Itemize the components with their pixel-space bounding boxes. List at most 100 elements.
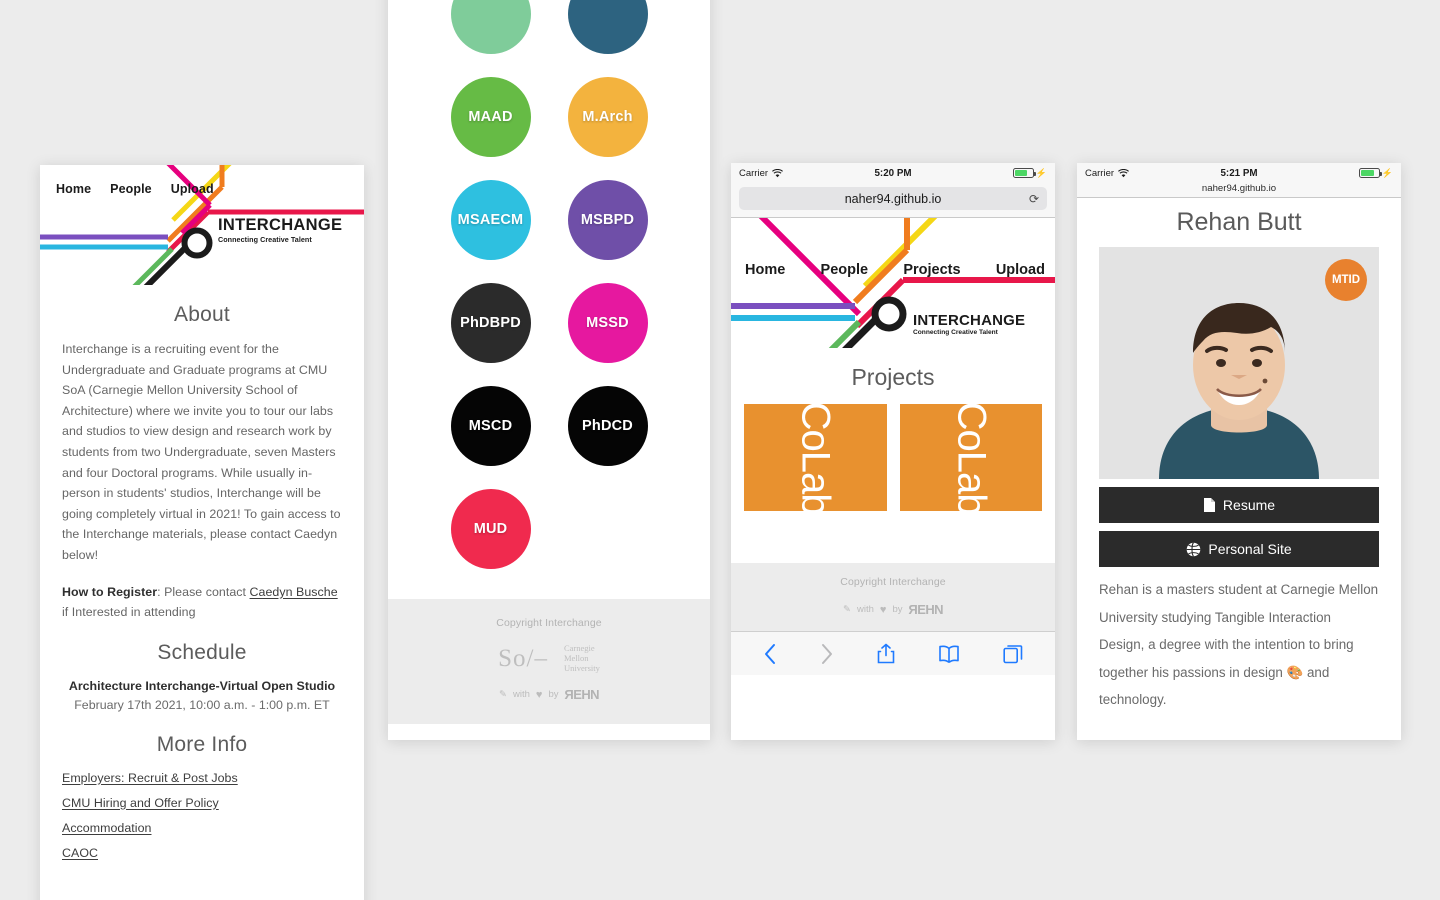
nav-item-people[interactable]: People	[821, 262, 869, 278]
made-by-credit: ✎ with ♥ by REHN	[731, 602, 1055, 617]
how-to-register-paragraph: How to Register: Please contact Caedyn B…	[62, 582, 342, 623]
link-accommodation[interactable]: Accommodation	[62, 821, 152, 835]
program-bubble-label: MSBPD	[580, 212, 635, 228]
heart-icon: ♥	[879, 603, 887, 616]
more-info-heading: More Info	[156, 732, 248, 756]
screenshot-stage: Home People Upload INTERCHANGE Connectin…	[0, 0, 1440, 900]
project-tile-colab-2[interactable]: CoLab	[899, 404, 1042, 511]
copyright-text: Copyright Interchange	[840, 576, 946, 588]
heart-icon: ♥	[535, 688, 543, 701]
url-text: naher94.github.io	[1201, 183, 1277, 194]
resume-button[interactable]: Resume	[1099, 487, 1379, 523]
personal-site-button[interactable]: Personal Site	[1099, 531, 1379, 567]
status-battery-group: ⚡	[1258, 168, 1393, 179]
pencil-icon: ✎	[499, 689, 508, 700]
program-bubble-mud[interactable]: MUD	[450, 489, 531, 569]
rehn-logo[interactable]: REHN	[565, 687, 600, 702]
schedule-heading: Schedule	[157, 640, 247, 664]
about-paragraph: Interchange is a recruiting event for th…	[62, 342, 341, 562]
register-pre-text: : Please contact	[157, 584, 250, 599]
schedule-event-title: Architecture Interchange-Virtual Open St…	[68, 678, 336, 693]
program-bubble-march[interactable]: M.Arch	[567, 77, 648, 157]
program-bubble-label: M.Arch	[582, 109, 633, 125]
ios-status-bar: Carrier 5:21 PM ⚡	[1077, 163, 1401, 183]
mobile-nav: Home People Projects Upload	[745, 262, 1045, 278]
more-info-link-list: Employers: Recruit & Post Jobs CMU Hirin…	[62, 769, 342, 862]
brand-tagline: Connecting Creative Talent	[913, 329, 998, 336]
program-bubble-phdbpd[interactable]: PhDBPD	[450, 283, 531, 363]
nav-item-people[interactable]: People	[110, 182, 152, 196]
rehn-logo[interactable]: REHN	[909, 602, 944, 617]
nav-item-home[interactable]: Home	[56, 182, 91, 196]
bookmarks-icon[interactable]	[938, 644, 960, 664]
program-bubble-label: PhDBPD	[460, 315, 521, 331]
project-tile-colab-1[interactable]: CoLab	[744, 404, 887, 511]
made-with-label: with	[513, 689, 530, 700]
program-bubble-label: PhDCD	[582, 418, 633, 434]
made-by-label: by	[548, 689, 559, 700]
how-to-register-label: How to Register	[62, 584, 158, 599]
brand-wordmark: INTERCHANGE Connecting Creative Talent	[218, 217, 342, 244]
list-item: CAOC	[62, 844, 342, 862]
link-cmu-hiring-policy[interactable]: CMU Hiring and Offer Policy	[62, 796, 219, 810]
cmu-line-2: Mellon	[563, 653, 589, 663]
list-item: Employers: Recruit & Post Jobs	[62, 769, 342, 787]
program-grid-spacer	[568, 489, 648, 569]
program-bubble-msbpd[interactable]: MSBPD	[567, 180, 648, 260]
battery-icon	[1012, 168, 1036, 178]
carrier-label: Carrier	[1085, 167, 1115, 179]
reload-icon[interactable]: ⟳	[1029, 192, 1039, 206]
status-carrier-group: Carrier	[739, 168, 874, 179]
program-bubble-label: MSAECM	[457, 212, 524, 228]
share-icon[interactable]	[877, 643, 895, 665]
projects-page-title: Projects	[851, 364, 935, 390]
about-content: About Interchange is a recruiting event …	[40, 303, 364, 900]
safari-url-bar-compact[interactable]: naher94.github.io	[1077, 183, 1401, 198]
nav-item-upload[interactable]: Upload	[171, 182, 214, 196]
register-post-text: if Interested in attending	[62, 605, 196, 620]
caedyn-busche-link[interactable]: Caedyn Busche	[250, 585, 338, 599]
made-by-label: by	[892, 604, 903, 615]
project-tile-label: CoLab	[793, 404, 838, 511]
nav-item-upload[interactable]: Upload	[996, 262, 1045, 278]
program-bubble-partial[interactable]	[567, 0, 648, 54]
nav-item-projects[interactable]: Projects	[903, 262, 960, 278]
back-icon[interactable]	[763, 643, 777, 665]
copyright-text: Copyright Interchange	[496, 617, 602, 629]
program-bubble-msaecm[interactable]: MSAECM	[450, 180, 531, 260]
url-field[interactable]: naher94.github.io ⟳	[739, 187, 1047, 210]
status-time: 5:20 PM	[874, 167, 912, 179]
status-battery-group: ⚡	[912, 168, 1047, 179]
program-bubble-label: MUD	[473, 521, 508, 537]
charging-bolt-icon: ⚡	[1035, 167, 1047, 178]
made-by-credit: ✎ with ♥ by REHN	[388, 687, 710, 702]
tabs-icon[interactable]	[1003, 644, 1023, 664]
brand-name: INTERCHANGE	[913, 312, 1026, 329]
projects-footer: Copyright Interchange ✎ with ♥ by REHN	[731, 563, 1055, 631]
program-bubble-phdcd[interactable]: PhDCD	[567, 386, 648, 466]
program-bubble-partial[interactable]	[450, 0, 531, 54]
projects-phone-panel: Carrier 5:20 PM ⚡ naher94.github.io ⟳ Ho…	[731, 163, 1055, 740]
pencil-icon: ✎	[843, 604, 852, 615]
cmu-wordmark: Carnegie Mellon University	[564, 643, 600, 673]
profile-bio: Rehan is a masters student at Carnegie M…	[1099, 582, 1379, 707]
nav-item-home[interactable]: Home	[745, 262, 785, 278]
about-heading: About	[174, 303, 230, 326]
profile-phone-panel: Carrier 5:21 PM ⚡ naher94.github.io Reha…	[1077, 163, 1401, 740]
document-icon	[1203, 498, 1215, 512]
list-item: Accommodation	[62, 819, 342, 837]
program-bubble-mssd[interactable]: MSSD	[567, 283, 648, 363]
link-caoc[interactable]: CAOC	[62, 846, 98, 860]
personal-site-button-label: Personal Site	[1208, 541, 1292, 557]
brand-wordmark-mobile: INTERCHANGE Connecting Creative Talent	[913, 313, 1025, 336]
program-bubble-maad[interactable]: MAAD	[450, 77, 531, 157]
project-tile-label: CoLab	[949, 404, 994, 511]
interchange-logo-header-mobile: Home People Projects Upload INTERCHANGE …	[731, 218, 1055, 348]
program-bubble-label: MAAD	[468, 109, 513, 125]
program-bubble-mscd[interactable]: MSCD	[450, 386, 531, 466]
wifi-icon	[1118, 168, 1129, 177]
program-bubble-label: MSSD	[586, 315, 629, 331]
program-badge: MTID	[1325, 259, 1367, 301]
brand-name: INTERCHANGE	[218, 216, 343, 234]
link-employers-recruit[interactable]: Employers: Recruit & Post Jobs	[62, 771, 238, 785]
